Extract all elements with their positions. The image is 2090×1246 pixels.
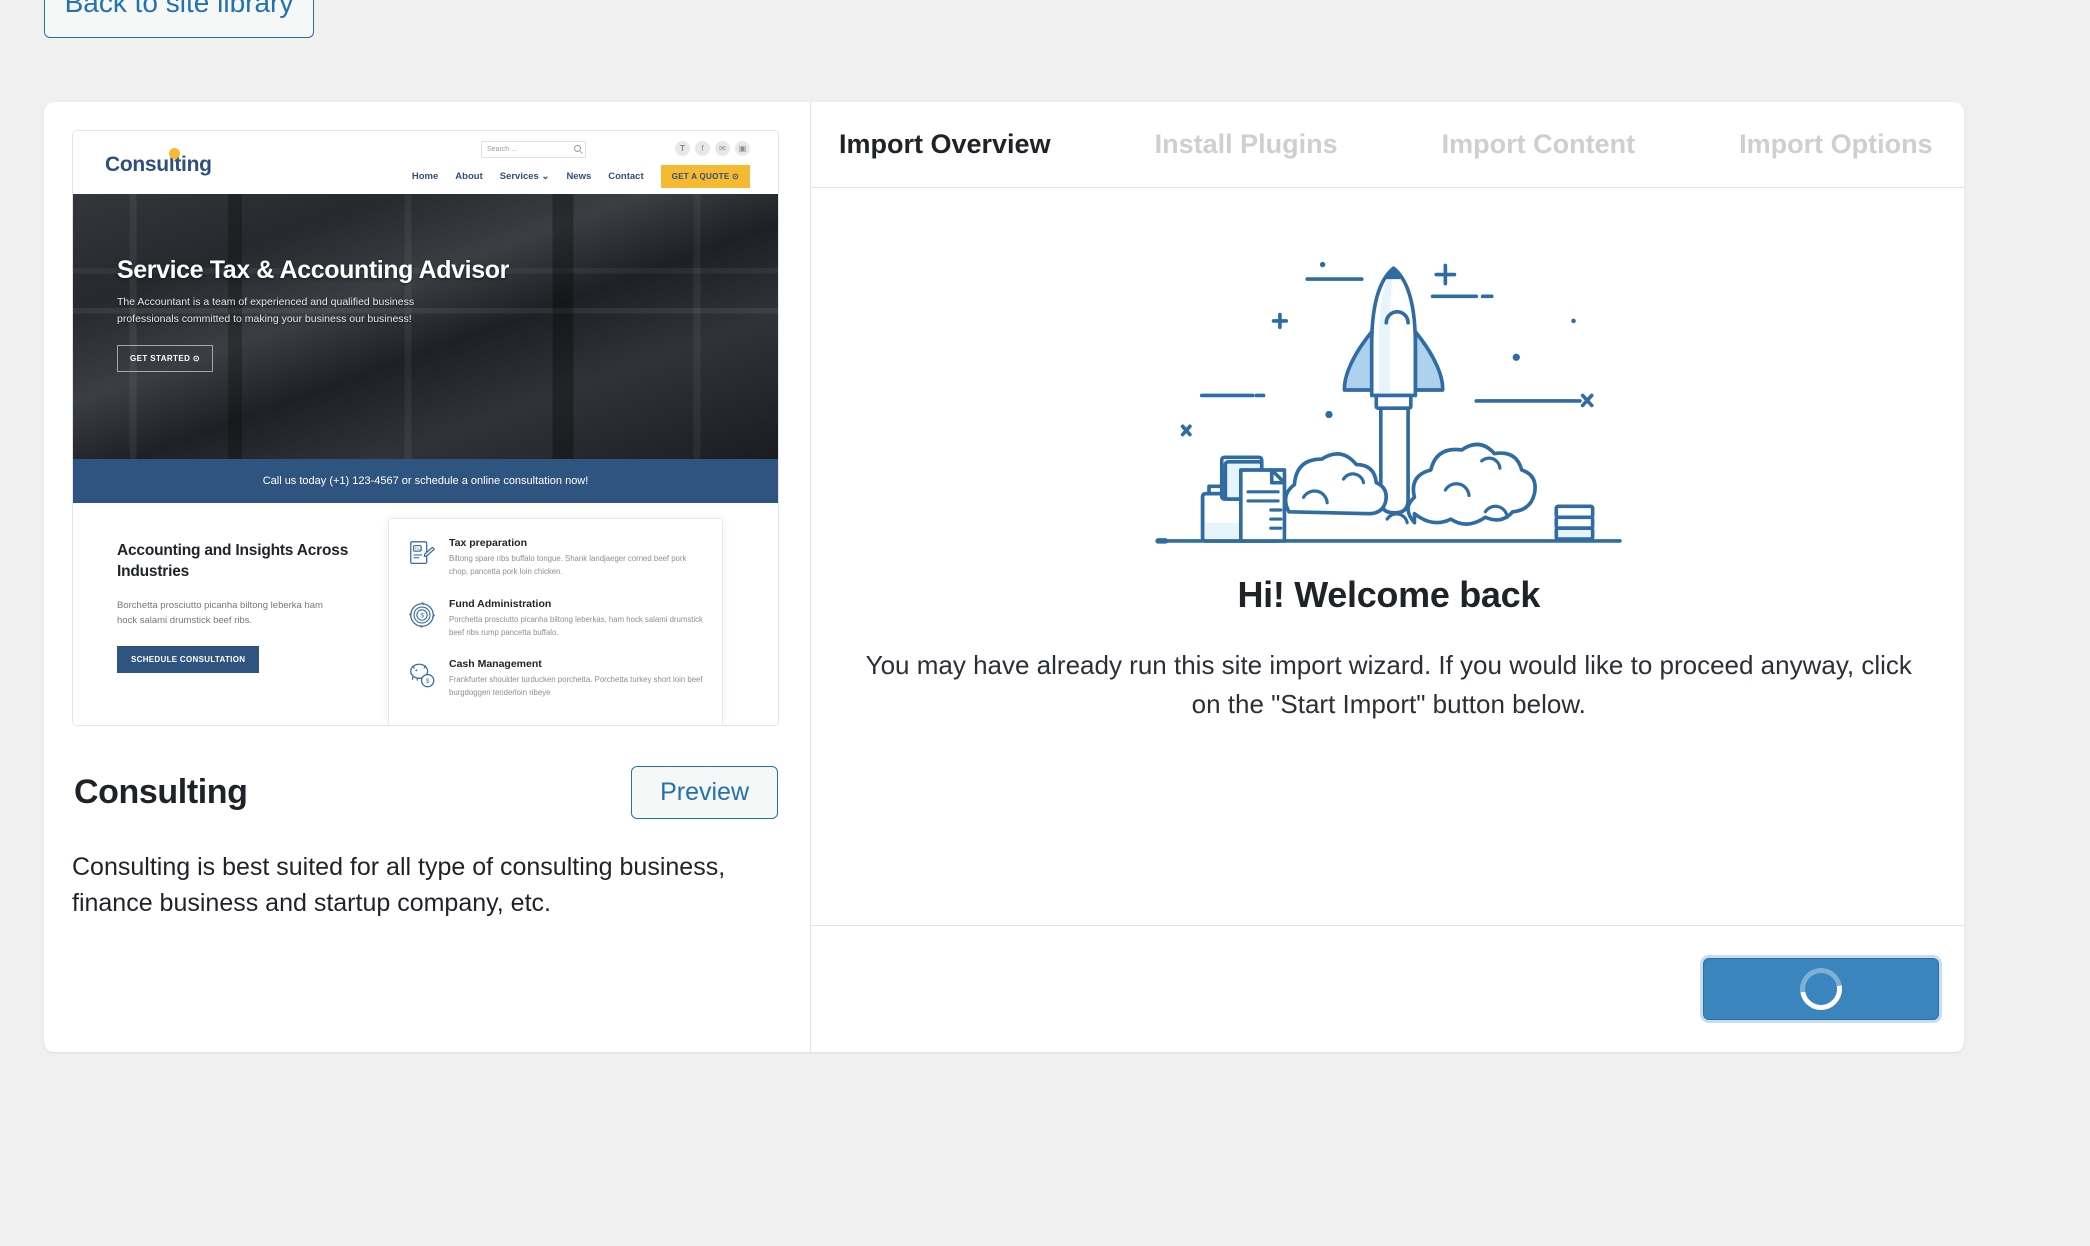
thumbnail-hero-subtitle: The Accountant is a team of experienced … [117, 296, 415, 326]
instagram-icon: ▣ [735, 141, 750, 156]
rocket-launch-illustration [1155, 261, 1622, 544]
search-icon [574, 145, 581, 152]
site-card-header: Consulting Preview [72, 726, 782, 819]
thumbnail-nav-services: Services ⌄ [499, 171, 550, 182]
tax-document-icon: TAX [410, 541, 435, 565]
thumbnail-site-header: Consulting Search ... 𝐓 f ✉ ▣ Home About [73, 131, 778, 194]
page-title: Consulting [74, 773, 248, 811]
welcome-heading: Hi! Welcome back [1237, 574, 1541, 615]
thumbnail-section-left: Accounting and Insights Across Industrie… [73, 503, 373, 725]
piggy-bank-icon: $ [410, 664, 435, 688]
fund-coin-icon: $ [408, 601, 436, 628]
svg-text:$: $ [420, 612, 424, 619]
service-text: Biltong spare ribs buffalo tongue. Shank… [449, 554, 687, 576]
preview-button-label: Preview [660, 778, 749, 806]
site-thumbnail[interactable]: Consulting Search ... 𝐓 f ✉ ▣ Home About [72, 130, 779, 726]
facebook-icon: f [695, 141, 710, 156]
thumbnail-section-text: Borchetta prosciutto picanha biltong leb… [117, 599, 323, 627]
thumbnail-hero: Service Tax & Accounting Advisor The Acc… [73, 194, 778, 459]
wizard-tabs: Import Overview Install Plugins Import C… [811, 102, 1964, 188]
wizard-panel-import-overview: Hi! Welcome back You may have already ru… [811, 188, 1964, 926]
thumbnail-nav-home: Home [411, 171, 439, 182]
service-item: TAX Tax preparation Biltong spare ribs b… [407, 537, 706, 579]
tab-install-plugins[interactable]: Install Plugins [1155, 129, 1372, 160]
thumbnail-get-a-quote-button: GET A QUOTE ⊙ [660, 165, 750, 188]
site-card-description: Consulting is best suited for all type o… [72, 853, 726, 918]
service-title: Fund Administration [449, 597, 552, 610]
thumbnail-services-list: TAX Tax preparation Biltong spare ribs b… [388, 518, 723, 725]
thumbnail-nav-news: News [566, 171, 592, 182]
loading-spinner-icon [1791, 959, 1850, 1019]
service-text: Frankfurter shoulder turducken porchetta… [449, 675, 703, 698]
import-wizard-container: Consulting Search ... 𝐓 f ✉ ▣ Home About [44, 102, 1964, 1052]
thumbnail-social-icons: 𝐓 f ✉ ▣ [675, 141, 750, 156]
thumbnail-section-title: Accounting and Insights Across Industrie… [117, 542, 349, 580]
back-to-site-library-button[interactable]: Back to site library [44, 0, 314, 38]
svg-text:TAX: TAX [415, 546, 423, 551]
welcome-body-text: You may have already run this site impor… [865, 650, 1912, 719]
tab-import-options[interactable]: Import Options [1739, 129, 1964, 160]
site-preview-pane: Consulting Search ... 𝐓 f ✉ ▣ Home About [44, 102, 811, 1052]
tab-import-content[interactable]: Import Content [1442, 129, 1669, 160]
thumbnail-content-section: Accounting and Insights Across Industrie… [73, 503, 778, 725]
thumbnail-nav-contact: Contact [608, 171, 644, 182]
thumbnail-hero-title: Service Tax & Accounting Advisor [117, 256, 509, 284]
preview-button[interactable]: Preview [631, 766, 778, 819]
mail-icon: ✉ [715, 141, 730, 156]
thumbnail-logo: Consulting [105, 148, 212, 177]
thumbnail-search-box: Search ... [481, 141, 586, 158]
thumbnail-nav: Home About Services ⌄ News Contact GET A… [412, 165, 750, 188]
thumbnail-logo-text: Consulting [105, 153, 212, 176]
thumbnail-get-started-button: GET STARTED ⊙ [117, 344, 213, 372]
tab-import-overview[interactable]: Import Overview [839, 129, 1085, 160]
service-item: $ Fund Administration Porchetta prosciut… [407, 598, 706, 640]
logo-dot-icon [168, 148, 180, 159]
service-item: $ Cash Management Frankfurter shoulder t… [407, 658, 706, 700]
start-import-button[interactable] [1702, 958, 1939, 1020]
back-to-site-library-label: Back to site library [64, 0, 294, 18]
twitter-icon: 𝐓 [675, 141, 690, 156]
thumbnail-search-placeholder: Search ... [487, 146, 517, 153]
thumbnail-nav-about: About [455, 171, 483, 182]
wizard-footer [811, 926, 1964, 1052]
thumbnail-schedule-consultation-button: SCHEDULE CONSULTATION [117, 646, 260, 674]
service-text: Porchetta prosciutto picanha biltong leb… [449, 614, 703, 637]
wizard-pane: Import Overview Install Plugins Import C… [811, 102, 1964, 1052]
thumbnail-call-bar: Call us today (+1) 123-4567 or schedule … [73, 459, 778, 503]
service-title: Cash Management [449, 658, 542, 671]
service-title: Tax preparation [449, 537, 527, 549]
